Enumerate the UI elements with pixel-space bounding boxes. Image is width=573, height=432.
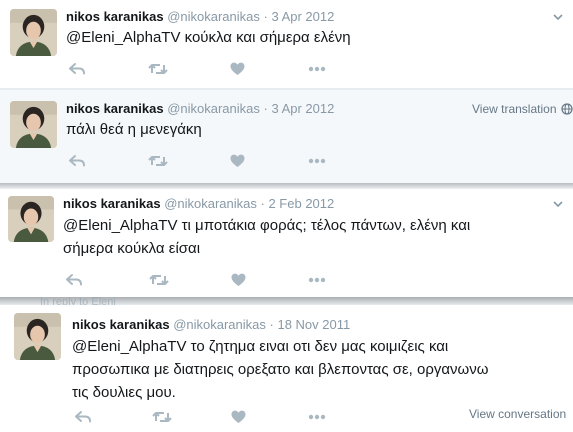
handle[interactable]: @nikokaranikas: [164, 196, 257, 211]
globe-icon[interactable]: [561, 103, 573, 115]
retweet-button[interactable]: [148, 271, 170, 289]
tweet-header: nikos karanikas @nikokaranikas · 3 Apr 2…: [66, 101, 334, 116]
tweet-header: nikos karanikas @nikokaranikas · 18 Nov …: [72, 317, 350, 332]
handle[interactable]: @nikokaranikas: [173, 317, 266, 332]
like-icon: [230, 62, 244, 75]
like-icon: [230, 154, 244, 167]
separator: ·: [263, 101, 268, 116]
tweet-line: σήμερα κούκλα είσαι: [63, 240, 201, 257]
more-icon: [308, 414, 326, 420]
tweet-text: @Eleni_AlphaTV κούκλα και σήμερα ελένη: [66, 26, 351, 49]
more-icon: [308, 158, 326, 164]
like-icon: [231, 273, 245, 286]
view-conversation-link[interactable]: View conversation: [469, 407, 566, 421]
retweet-icon: [149, 275, 169, 285]
retweet-button[interactable]: [147, 60, 169, 78]
tweet-line: τις δουλιες μου.: [72, 384, 176, 401]
display-name[interactable]: nikos karanikas: [72, 317, 170, 332]
reply-icon: [66, 274, 82, 286]
avatar[interactable]: [14, 313, 61, 360]
timestamp[interactable]: 3 Apr 2012: [271, 9, 334, 24]
like-button[interactable]: [226, 152, 248, 170]
tweet-text: @Eleni_AlphaTV τι μποτάκια φοράς; τέλος …: [63, 214, 470, 260]
display-name[interactable]: nikos karanikas: [63, 196, 161, 211]
profile-photo: [8, 196, 54, 242]
timestamp[interactable]: 2 Feb 2012: [268, 196, 334, 211]
tweet-header: nikos karanikas @nikokaranikas · 2 Feb 2…: [63, 196, 334, 211]
tweet-line: @Eleni_AlphaTV το ζητημα ειναι οτι δεν μ…: [72, 338, 449, 355]
view-translation-link[interactable]: View translation: [472, 102, 557, 116]
reply-icon: [69, 63, 85, 75]
retweet-icon: [148, 156, 168, 166]
reply-button[interactable]: [66, 60, 88, 78]
profile-photo: [14, 313, 61, 360]
more-button[interactable]: [306, 271, 328, 289]
separator: ·: [260, 196, 265, 211]
chevron-down-icon[interactable]: [551, 10, 565, 24]
tweet-line: @Eleni_AlphaTV τι μποτάκια φοράς; τέλος …: [63, 217, 471, 234]
tweet-line: πάλι θεά η μενεγάκη: [66, 121, 202, 138]
retweet-button[interactable]: [147, 152, 169, 170]
like-icon: [231, 410, 245, 423]
tweet-4[interactable]: nikos karanikas @nikokaranikas · 18 Nov …: [0, 305, 573, 432]
handle[interactable]: @nikokaranikas: [167, 101, 260, 116]
more-icon: [308, 66, 326, 72]
tweet-actions: [72, 408, 352, 426]
tweet-text: πάλι θεά η μενεγάκη: [66, 118, 202, 141]
like-button[interactable]: [226, 60, 248, 78]
reply-icon: [75, 411, 91, 423]
chevron-down-icon[interactable]: [551, 197, 565, 211]
like-button[interactable]: [227, 271, 249, 289]
more-button[interactable]: [306, 60, 328, 78]
tweet-actions: [66, 152, 346, 170]
like-button[interactable]: [227, 408, 249, 426]
avatar[interactable]: [8, 196, 54, 242]
reply-button[interactable]: [63, 271, 85, 289]
reply-button[interactable]: [66, 152, 88, 170]
tweet-text: @Eleni_AlphaTV το ζητημα ειναι οτι δεν μ…: [72, 335, 488, 404]
tweet-3[interactable]: nikos karanikas @nikokaranikas · 2 Feb 2…: [0, 189, 573, 297]
tweet-line: προσωπικα με διατηρεις ορεξατο και βλεπο…: [72, 361, 489, 378]
retweet-icon: [152, 412, 172, 422]
timestamp[interactable]: 3 Apr 2012: [271, 101, 334, 116]
more-button[interactable]: [306, 408, 328, 426]
reply-button[interactable]: [72, 408, 94, 426]
handle[interactable]: @nikokaranikas: [167, 9, 260, 24]
separator: ·: [263, 9, 268, 24]
tweet-actions: [63, 271, 343, 289]
profile-photo: [10, 101, 57, 148]
display-name[interactable]: nikos karanikas: [66, 101, 164, 116]
tweet-1[interactable]: nikos karanikas @nikokaranikas · 3 Apr 2…: [0, 0, 573, 89]
retweet-button[interactable]: [151, 408, 173, 426]
more-icon: [308, 277, 326, 283]
separator: ·: [269, 317, 274, 332]
more-button[interactable]: [306, 152, 328, 170]
timestamp[interactable]: 18 Nov 2011: [277, 317, 350, 332]
tweet-actions: [66, 60, 346, 78]
tweet-2[interactable]: nikos karanikas @nikokaranikas · 3 Apr 2…: [0, 90, 573, 183]
tweet-line: @Eleni_AlphaTV κούκλα και σήμερα ελένη: [66, 29, 351, 46]
avatar[interactable]: [10, 101, 57, 148]
retweet-icon: [148, 64, 168, 74]
avatar[interactable]: [10, 9, 57, 56]
display-name[interactable]: nikos karanikas: [66, 9, 164, 24]
tweet-header: nikos karanikas @nikokaranikas · 3 Apr 2…: [66, 9, 334, 24]
profile-photo: [10, 9, 57, 56]
reply-icon: [69, 155, 85, 167]
